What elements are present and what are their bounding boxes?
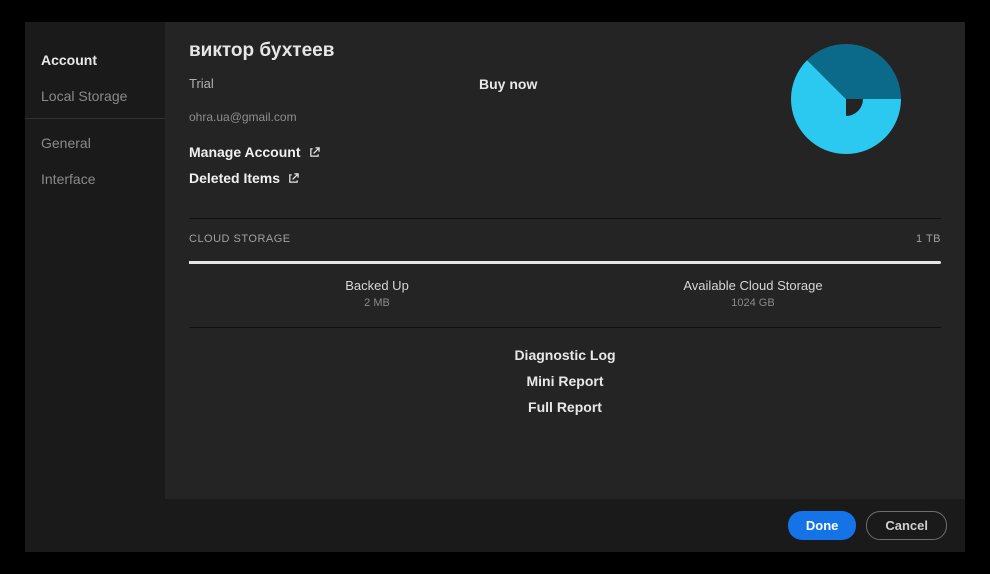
account-username: виктор бухтеев [189, 40, 791, 62]
external-link-icon [288, 173, 299, 184]
full-report-link[interactable]: Full Report [189, 394, 941, 420]
storage-col-value: 2 MB [189, 297, 565, 309]
storage-bar [189, 261, 941, 264]
sidebar-item-interface[interactable]: Interface [25, 161, 165, 197]
deleted-items-label: Deleted Items [189, 170, 280, 186]
sidebar-item-general[interactable]: General [25, 125, 165, 161]
account-email: ohra.ua@gmail.com [189, 110, 791, 124]
storage-col-backed-up: Backed Up 2 MB [189, 278, 565, 309]
account-top: виктор бухтеев Trial Buy now ohra.ua@gma… [189, 40, 941, 196]
plan-row: Trial Buy now [189, 76, 791, 92]
storage-total: 1 TB [916, 233, 941, 245]
deleted-items-link[interactable]: Deleted Items [189, 170, 791, 186]
preferences-window: Account Local Storage General Interface … [25, 22, 965, 552]
sidebar: Account Local Storage General Interface [25, 22, 165, 499]
buy-now-link[interactable]: Buy now [479, 76, 537, 92]
footer: Done Cancel [25, 499, 965, 552]
diagnostic-log-link[interactable]: Diagnostic Log [189, 342, 941, 368]
diagnostics-section: Diagnostic Log Mini Report Full Report [189, 328, 941, 426]
mini-report-link[interactable]: Mini Report [189, 368, 941, 394]
sidebar-separator [25, 118, 165, 119]
cloud-storage-section: CLOUD STORAGE 1 TB Backed Up 2 MB Availa… [189, 218, 941, 328]
storage-heading: CLOUD STORAGE [189, 233, 291, 245]
storage-pie-chart [791, 44, 901, 154]
cancel-button[interactable]: Cancel [866, 511, 947, 540]
external-link-icon [309, 147, 320, 158]
storage-header: CLOUD STORAGE 1 TB [189, 233, 941, 245]
main-panel: виктор бухтеев Trial Buy now ohra.ua@gma… [165, 22, 965, 499]
storage-col-available: Available Cloud Storage 1024 GB [565, 278, 941, 309]
manage-account-label: Manage Account [189, 144, 301, 160]
account-info: виктор бухтеев Trial Buy now ohra.ua@gma… [189, 40, 791, 196]
storage-columns: Backed Up 2 MB Available Cloud Storage 1… [189, 278, 941, 309]
plan-label: Trial [189, 76, 479, 92]
done-button[interactable]: Done [788, 511, 857, 540]
sidebar-item-local-storage[interactable]: Local Storage [25, 78, 165, 114]
manage-account-link[interactable]: Manage Account [189, 144, 791, 160]
storage-col-title: Backed Up [189, 278, 565, 293]
sidebar-item-account[interactable]: Account [25, 42, 165, 78]
storage-col-title: Available Cloud Storage [565, 278, 941, 293]
storage-col-value: 1024 GB [565, 297, 941, 309]
window-body: Account Local Storage General Interface … [25, 22, 965, 499]
